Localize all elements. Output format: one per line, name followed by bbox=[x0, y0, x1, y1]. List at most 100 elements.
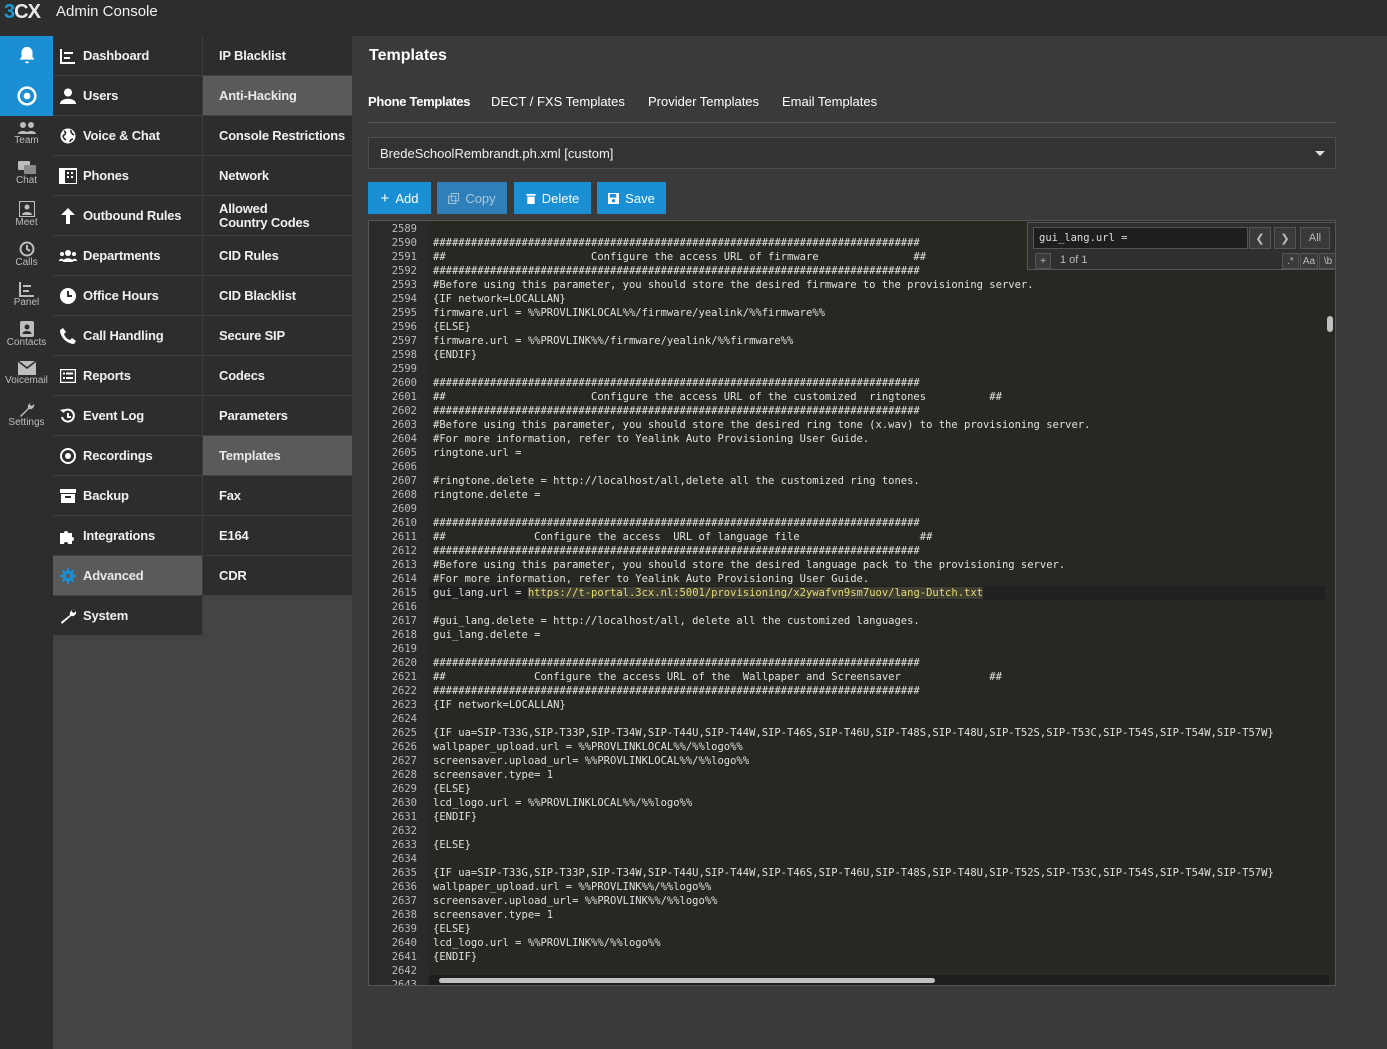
nav-item-call-handling[interactable]: Call Handling bbox=[53, 316, 203, 356]
line-number: 2620 bbox=[391, 657, 417, 669]
nav-item-label: Voice & Chat bbox=[83, 127, 160, 143]
case-sensitive-toggle[interactable]: Aa bbox=[1300, 253, 1318, 269]
subnav-item-cid-rules[interactable]: CID Rules bbox=[203, 236, 352, 276]
nav-item-office-hours[interactable]: Office Hours bbox=[53, 276, 203, 316]
code-line: ########################################… bbox=[433, 405, 920, 417]
nav-item-advanced[interactable]: Advanced bbox=[53, 556, 203, 596]
iconbar-label: Panel bbox=[13, 297, 40, 308]
history-icon bbox=[53, 408, 83, 424]
code-line: {IF ua=SIP-T33G,SIP-T33P,SIP-T34W,SIP-T4… bbox=[433, 727, 1274, 739]
code-line: gui_lang.url = https://t-portal.3cx.nl:5… bbox=[433, 586, 983, 600]
tab-provider-templates[interactable]: Provider Templates bbox=[648, 93, 759, 123]
vertical-scroll-thumb[interactable] bbox=[1327, 316, 1333, 332]
find-previous-button[interactable]: ❮ bbox=[1249, 227, 1271, 249]
subnav-item-codecs[interactable]: Codecs bbox=[203, 356, 352, 396]
subnav-item-network[interactable]: Network bbox=[203, 156, 352, 196]
code-line: screensaver.type= 1 bbox=[433, 909, 554, 921]
subnav-item-label: Anti-Hacking bbox=[219, 87, 297, 103]
horizontal-scroll-thumb[interactable] bbox=[439, 978, 935, 983]
nav-item-voice-chat[interactable]: Voice & Chat bbox=[53, 116, 203, 156]
iconbar-meet[interactable]: Meet bbox=[0, 196, 53, 236]
line-number: 2640 bbox=[391, 937, 417, 949]
nav-item-label: Departments bbox=[83, 247, 161, 263]
subnav-item-secure-sip[interactable]: Secure SIP bbox=[203, 316, 352, 356]
nav-item-outbound-rules[interactable]: Outbound Rules bbox=[53, 196, 203, 236]
subnav-item-cdr[interactable]: CDR bbox=[203, 556, 352, 596]
iconbar-calls[interactable]: Calls bbox=[0, 236, 53, 276]
iconbar-contacts[interactable]: Contacts bbox=[0, 316, 53, 356]
nav-item-event-log[interactable]: Event Log bbox=[53, 396, 203, 436]
line-number: 2630 bbox=[391, 797, 417, 809]
iconbar-panel[interactable]: Panel bbox=[0, 276, 53, 316]
nav-item-users[interactable]: Users bbox=[53, 76, 203, 116]
nav-item-dashboard[interactable]: Dashboard bbox=[53, 36, 203, 76]
code-line: lcd_logo.url = %%PROVLINK%%/%%logo%% bbox=[433, 937, 661, 949]
subnav-item-ip-blacklist[interactable]: IP Blacklist bbox=[203, 36, 352, 76]
line-number: 2608 bbox=[391, 489, 417, 501]
find-bar: gui_lang.url = ❮ ❯ All ✕ + 1 of 1 .* Aa … bbox=[1027, 222, 1335, 270]
line-number: 2609 bbox=[391, 503, 417, 515]
subnav-item-cid-blacklist[interactable]: CID Blacklist bbox=[203, 276, 352, 316]
nav-item-integrations[interactable]: Integrations bbox=[53, 516, 203, 556]
iconbar-label: Settings bbox=[8, 417, 45, 428]
admin-console-button[interactable] bbox=[0, 76, 53, 116]
line-number: 2589 bbox=[391, 223, 417, 235]
icon-bar: Team Chat Meet Calls Panel Contacts Voicemail S… bbox=[0, 36, 53, 1049]
subnav-item-allowed-country-codes[interactable]: Allowed Country Codes bbox=[203, 196, 352, 236]
subnav-item-fax[interactable]: Fax bbox=[203, 476, 352, 516]
subnav-item-templates[interactable]: Templates bbox=[203, 436, 352, 476]
subnav-item-label: CID Blacklist bbox=[219, 287, 296, 303]
arrow-up-icon bbox=[53, 207, 83, 224]
regex-toggle[interactable]: .* bbox=[1282, 253, 1299, 269]
code-line: screensaver.type= 1 bbox=[433, 769, 554, 781]
iconbar-settings[interactable]: Settings bbox=[0, 396, 53, 436]
notifications-button[interactable] bbox=[0, 36, 53, 76]
nav-item-backup[interactable]: Backup bbox=[53, 476, 203, 516]
find-all-button[interactable]: All bbox=[1300, 227, 1330, 249]
tab-dect-fxs-templates[interactable]: DECT / FXS Templates bbox=[491, 93, 625, 123]
code-line: {ENDIF} bbox=[433, 951, 478, 963]
template-select[interactable]: BredeSchoolRembrandt.ph.xml [custom] bbox=[368, 137, 1336, 169]
copy-button[interactable]: Copy bbox=[437, 182, 507, 214]
code-editor[interactable]: 2589 2590 2591 2592 2593 2594 2595 2596 2597 2598… bbox=[368, 220, 1336, 986]
delete-button-label: Delete bbox=[541, 190, 580, 206]
nav-item-departments[interactable]: Departments bbox=[53, 236, 203, 276]
iconbar-voicemail[interactable]: Voicemail bbox=[0, 356, 53, 396]
line-number: 2591 bbox=[391, 251, 417, 263]
add-button[interactable]: + Add bbox=[368, 182, 431, 214]
reports-icon bbox=[53, 368, 83, 383]
whole-word-toggle[interactable]: \b bbox=[1319, 253, 1335, 269]
horizontal-scrollbar[interactable] bbox=[429, 975, 1329, 985]
line-number: 2599 bbox=[391, 363, 417, 375]
tab-email-templates[interactable]: Email Templates bbox=[782, 93, 877, 123]
code-line: #ringtone.delete = http://localhost/all,… bbox=[433, 475, 920, 487]
team-icon bbox=[0, 121, 53, 135]
nav-item-phones[interactable]: Phones bbox=[53, 156, 203, 196]
iconbar-chat[interactable]: Chat bbox=[0, 156, 53, 196]
find-input[interactable]: gui_lang.url = bbox=[1033, 227, 1248, 249]
find-next-button[interactable]: ❯ bbox=[1274, 227, 1296, 249]
subnav-item-e164[interactable]: E164 bbox=[203, 516, 352, 556]
nav-item-reports[interactable]: Reports bbox=[53, 356, 203, 396]
code-content[interactable]: ########################################… bbox=[433, 221, 1326, 985]
line-number: 2600 bbox=[391, 377, 417, 389]
nav-item-label: Advanced bbox=[83, 567, 144, 583]
subnav-item-anti-hacking[interactable]: Anti-Hacking bbox=[203, 76, 352, 116]
add-button-label: Add bbox=[395, 190, 419, 206]
line-number: 2610 bbox=[391, 517, 417, 529]
iconbar-team[interactable]: Team bbox=[0, 116, 53, 156]
puzzle-icon bbox=[53, 528, 83, 544]
save-button[interactable]: Save bbox=[597, 182, 666, 214]
chrome-icon bbox=[16, 86, 37, 106]
floppy-icon bbox=[608, 192, 620, 204]
toggle-replace-button[interactable]: + bbox=[1035, 253, 1051, 269]
subnav-item-console-restrictions[interactable]: Console Restrictions bbox=[203, 116, 352, 156]
delete-button[interactable]: Delete bbox=[514, 182, 591, 214]
code-line: {IF network=LOCALLAN} bbox=[433, 699, 566, 711]
code-line: {ELSE} bbox=[433, 923, 471, 935]
subnav-item-parameters[interactable]: Parameters bbox=[203, 396, 352, 436]
nav-item-recordings[interactable]: Recordings bbox=[53, 436, 203, 476]
nav-item-system[interactable]: System bbox=[53, 596, 203, 636]
vertical-scrollbar[interactable] bbox=[1326, 271, 1334, 975]
tab-phone-templates[interactable]: Phone Templates bbox=[368, 93, 470, 123]
